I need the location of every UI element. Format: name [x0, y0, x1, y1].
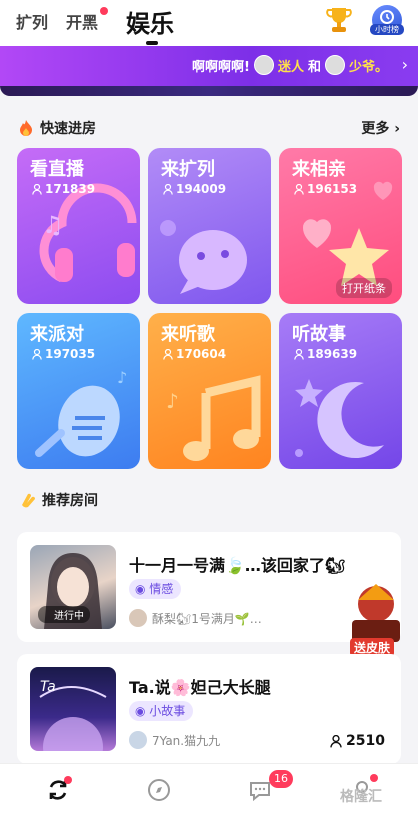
person-icon — [163, 348, 173, 360]
card-xiangqin-count: 196153 — [294, 182, 357, 196]
user2-avatar — [324, 55, 345, 75]
person-icon — [32, 183, 42, 195]
hourly-rank-button[interactable]: 小时榜 — [370, 5, 404, 35]
top-nav: 扩列 开黑 娱乐 小时榜 — [0, 0, 418, 46]
room-2-cover-image: Ta — [39, 679, 107, 751]
host-avatar — [129, 609, 147, 627]
room-2-online-value: 2510 — [346, 733, 385, 749]
room-card-1[interactable]: 进行中 十一月一号满🍃…该回家了🐿 ◉ 情感 酥梨🐿1号满月🌱… — [17, 532, 401, 642]
clap-icon — [22, 493, 36, 508]
hourly-rank-caption: 小时榜 — [370, 24, 404, 35]
banner-decoration — [0, 86, 418, 96]
tab-yule[interactable]: 娱乐 — [126, 4, 174, 39]
refresh-dot — [64, 776, 72, 784]
quick-rooms-header: 快速进房 — [18, 118, 96, 138]
room-2-title: Ta.说🌸妲己大长腿 — [129, 678, 271, 697]
person-icon — [330, 734, 342, 748]
card-party-count-value: 197035 — [45, 347, 96, 361]
card-story[interactable]: 听故事 189639 — [279, 313, 402, 469]
more-label: 更多 — [361, 121, 390, 137]
svg-text:♫: ♫ — [42, 211, 64, 239]
banner-joiner: 和 — [307, 59, 321, 75]
recommended-header: 推荐房间 — [18, 490, 98, 510]
card-music[interactable]: ♪ 来听歌 170604 — [148, 313, 271, 469]
banner-message: 啊啊啊啊! 迷人 和 少爷。 — [192, 55, 388, 75]
card-party[interactable]: ♪ 来派对 197035 — [17, 313, 140, 469]
room-1-thumbnail: 进行中 — [30, 545, 116, 629]
chevron-right-icon[interactable]: › — [402, 55, 408, 74]
room-1-live-label: 进行中 — [38, 606, 90, 623]
radio-wave-icon: ◉ — [135, 582, 150, 596]
active-tab-indicator — [146, 41, 158, 45]
room-2-host-name: 7Yan.猫九九 — [152, 733, 221, 748]
room-2-host: 7Yan.猫九九 — [129, 731, 220, 749]
card-live-count-value: 171839 — [45, 182, 96, 196]
announcement-banner[interactable]: 啊啊啊啊! 迷人 和 少爷。 › — [0, 46, 418, 86]
open-note-badge[interactable]: 打开纸条 — [336, 278, 392, 298]
watermark: 格隆汇 — [340, 789, 382, 805]
svg-text:Ta: Ta — [40, 679, 56, 695]
card-kuolie-title: 来扩列 — [161, 159, 215, 180]
more-link[interactable]: 更多 › — [361, 118, 400, 138]
compass-icon[interactable] — [147, 778, 171, 802]
user1-avatar — [253, 55, 274, 75]
skin-giveaway-promo[interactable]: 送皮肤 — [346, 580, 406, 658]
person-icon — [294, 348, 304, 360]
card-kuolie[interactable]: 来扩列 194009 — [148, 148, 271, 304]
host-avatar — [129, 731, 147, 749]
card-story-count-value: 189639 — [307, 347, 358, 361]
card-xiangqin[interactable]: 来相亲 196153 打开纸条 — [279, 148, 402, 304]
card-xiangqin-title: 来相亲 — [292, 159, 346, 180]
room-card-2[interactable]: Ta Ta.说🌸妲己大长腿 ◉ 小故事 7Yan.猫九九 2510 — [17, 654, 401, 764]
card-xiangqin-count-value: 196153 — [307, 182, 358, 196]
person-icon — [294, 183, 304, 195]
room-2-online-count: 2510 — [330, 733, 385, 749]
room-1-host: 酥梨🐿1号满月🌱… — [129, 609, 262, 627]
card-story-title: 听故事 — [292, 324, 346, 345]
room-2-tag: ◉ 小故事 — [129, 701, 194, 721]
card-music-title: 来听歌 — [161, 324, 215, 345]
card-live-count: 171839 — [32, 182, 95, 196]
chevron-right-icon: › — [394, 121, 400, 137]
trophy-icon[interactable] — [326, 6, 352, 34]
recommended-title: 推荐房间 — [42, 493, 98, 509]
banner-text: 啊啊啊啊! — [192, 59, 250, 75]
card-party-title: 来派对 — [30, 324, 84, 345]
room-1-tag: ◉ 情感 — [129, 579, 182, 599]
svg-text:♪: ♪ — [166, 389, 179, 413]
tab-kuolie[interactable]: 扩列 — [16, 9, 48, 33]
tab-kaihei-dot — [100, 7, 108, 15]
person-icon — [163, 183, 173, 195]
svg-text:♪: ♪ — [117, 368, 127, 387]
radio-wave-icon: ◉ — [135, 704, 150, 718]
fire-icon — [20, 120, 32, 136]
card-live-title: 看直播 — [30, 159, 84, 180]
card-story-count: 189639 — [294, 347, 357, 361]
room-2-tag-label: 小故事 — [149, 704, 186, 718]
room-1-tag-label: 情感 — [149, 582, 174, 596]
card-kuolie-count: 194009 — [163, 182, 226, 196]
card-music-count-value: 170604 — [176, 347, 227, 361]
card-live[interactable]: ♫ 看直播 171839 — [17, 148, 140, 304]
banner-user1: 迷人 — [277, 59, 304, 75]
room-1-title: 十一月一号满🍃…该回家了🐿 — [129, 556, 346, 575]
banner-user2: 少爷。 — [348, 59, 388, 75]
room-1-host-name: 酥梨🐿1号满月🌱… — [152, 611, 262, 626]
person-icon — [32, 348, 42, 360]
quick-rooms-title: 快速进房 — [40, 121, 96, 137]
profile-dot — [370, 774, 378, 782]
card-kuolie-count-value: 194009 — [176, 182, 227, 196]
card-music-count: 170604 — [163, 347, 226, 361]
tab-kaihei[interactable]: 开黑 — [66, 9, 98, 33]
message-badge: 16 — [269, 770, 293, 788]
room-2-thumbnail: Ta — [30, 667, 116, 751]
card-party-count: 197035 — [32, 347, 95, 361]
